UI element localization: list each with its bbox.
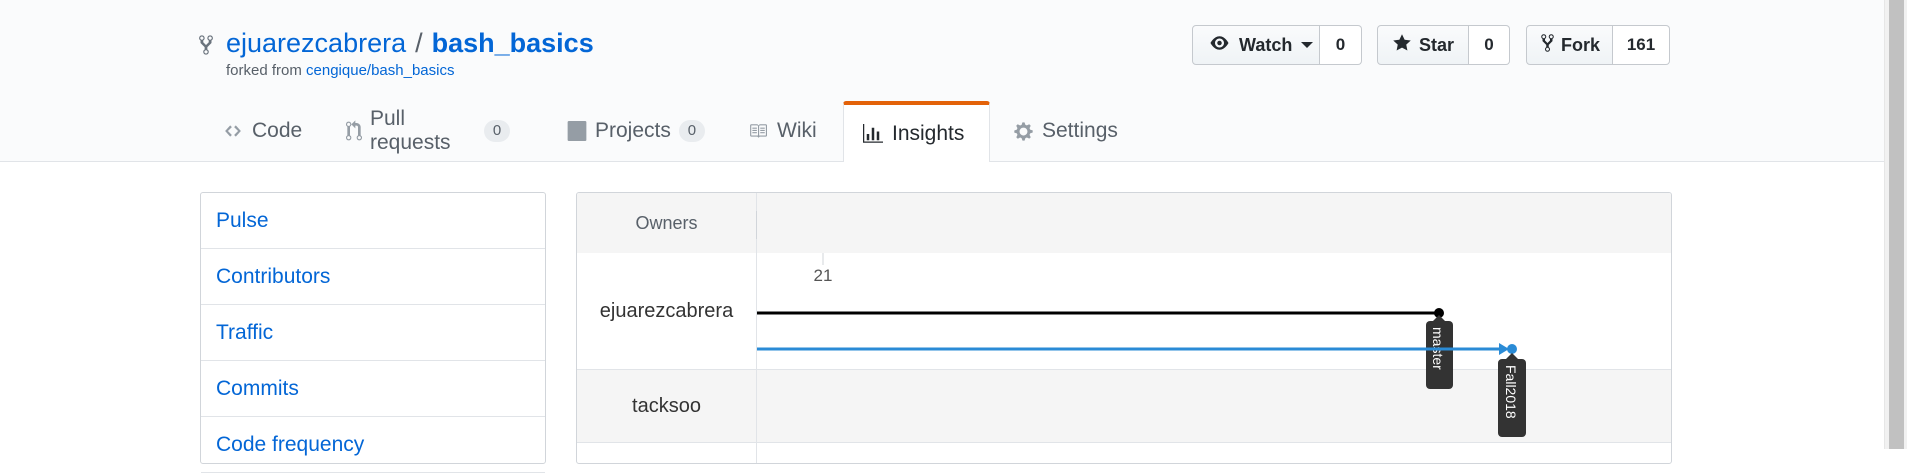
tab-wiki[interactable]: Wiki — [729, 101, 829, 161]
tab-code[interactable]: Code — [204, 101, 314, 161]
tab-label: Insights — [892, 121, 965, 145]
eye-icon — [1207, 34, 1232, 57]
pull-request-icon — [346, 120, 362, 142]
master-branch-label[interactable]: master — [1426, 315, 1453, 389]
star-button[interactable]: Star — [1377, 25, 1469, 65]
insights-sidebar-menu: Pulse Contributors Traffic Commits Code … — [200, 192, 546, 473]
caret-down-icon — [1301, 42, 1314, 48]
fall2018-branch-label[interactable]: Fall2018 — [1498, 353, 1526, 437]
fork-button-group: Fork 161 — [1526, 25, 1670, 65]
star-button-group: Star 0 — [1377, 25, 1510, 65]
fork-count[interactable]: 161 — [1613, 25, 1670, 65]
watch-button[interactable]: Watch — [1192, 25, 1320, 65]
repo-owner-link[interactable]: ejuarezcabrera — [226, 28, 406, 58]
tab-pull-requests[interactable]: Pull requests 0 — [328, 101, 528, 161]
sidebar-item-code-frequency[interactable]: Code frequency — [201, 417, 545, 473]
repo-title-separator: / — [415, 28, 423, 58]
tab-label: Settings — [1042, 119, 1118, 142]
forked-prefix: forked from — [226, 62, 302, 79]
network-graph: Owners ejuarezcabrera tacksoo 21 master … — [576, 192, 1672, 464]
star-label: Star — [1419, 34, 1455, 55]
sidebar-item-traffic[interactable]: Traffic — [201, 305, 545, 361]
sidebar-item-contributors[interactable]: Contributors — [201, 249, 545, 305]
repo-forked-icon — [198, 34, 214, 61]
tab-insights[interactable]: Insights — [843, 101, 990, 162]
tab-label: Code — [252, 119, 303, 142]
watch-count[interactable]: 0 — [1320, 25, 1362, 65]
book-icon — [747, 122, 769, 140]
fall2018-commit-dot[interactable] — [1507, 344, 1517, 354]
tab-label: Projects — [595, 119, 671, 142]
network-graph-canvas[interactable]: 21 master Fall2018 — [577, 193, 1671, 463]
gear-icon — [1013, 121, 1034, 142]
repo-name-link[interactable]: bash_basics — [432, 28, 594, 58]
fork-label: Fork — [1561, 34, 1601, 55]
pull-requests-counter: 0 — [484, 120, 510, 142]
code-icon — [222, 122, 244, 140]
sidebar-item-commits[interactable]: Commits — [201, 361, 545, 417]
star-count[interactable]: 0 — [1469, 25, 1510, 65]
repo-forked-icon — [1541, 33, 1554, 58]
star-icon — [1392, 33, 1412, 58]
forked-from-link[interactable]: cengique/bash_basics — [306, 62, 454, 79]
projects-counter: 0 — [678, 120, 705, 142]
tab-projects[interactable]: Projects 0 — [549, 101, 705, 161]
project-icon — [567, 121, 587, 141]
repo-title: ejuarezcabrera / bash_basics — [226, 26, 594, 60]
watch-button-group: Watch 0 — [1192, 25, 1362, 65]
tab-settings[interactable]: Settings — [995, 101, 1135, 161]
vertical-scrollbar[interactable] — [1884, 0, 1907, 449]
tab-label: Wiki — [777, 119, 817, 142]
scrollbar-thumb[interactable] — [1889, 0, 1904, 449]
watch-label: Watch — [1239, 34, 1293, 55]
date-label: 21 — [814, 266, 833, 285]
forked-from: forked from cengique/bash_basics — [226, 62, 454, 79]
sidebar-item-pulse[interactable]: Pulse — [201, 193, 545, 249]
fork-button[interactable]: Fork — [1526, 25, 1613, 65]
graph-icon — [862, 123, 884, 144]
repo-header: ejuarezcabrera / bash_basics forked from c… — [0, 0, 1884, 162]
tab-label: Pull requests — [370, 107, 451, 154]
fall2018-label-text: Fall2018 — [1503, 365, 1519, 419]
